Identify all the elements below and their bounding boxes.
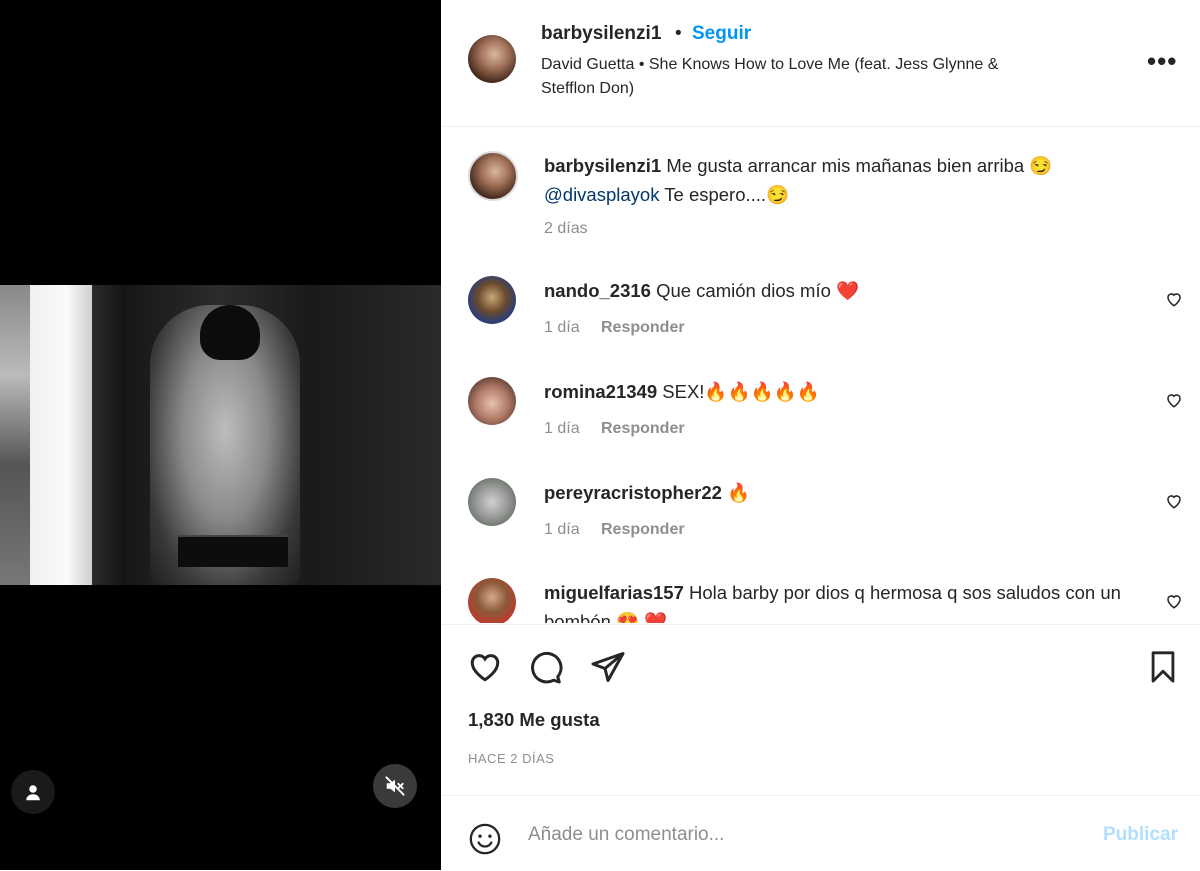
comment-username[interactable]: miguelfarias157 (544, 582, 684, 603)
comment-username[interactable]: romina21349 (544, 381, 657, 402)
comment-body: Que camión dios mío ❤️ (650, 280, 860, 301)
post-header: barbysilenzi1 • Seguir David Guetta • Sh… (441, 0, 1200, 127)
post-date[interactable]: HACE 2 DÍAS (468, 751, 554, 766)
caption-avatar[interactable] (468, 151, 518, 201)
reply-button[interactable]: Responder (601, 521, 685, 539)
comment-username[interactable]: pereyracristopher22 (544, 482, 722, 503)
more-options-icon[interactable]: ••• (1147, 46, 1177, 77)
post-photo[interactable] (0, 285, 441, 585)
caption-text: barbysilenzi1 Me gusta arrancar mis maña… (544, 151, 1124, 209)
post-media[interactable] (0, 0, 441, 870)
comment-avatar[interactable] (468, 377, 516, 425)
post-actions: 1,830 Me gusta HACE 2 DÍAS (441, 624, 1200, 795)
photo-mask (200, 305, 260, 360)
comment-time[interactable]: 1 día (544, 521, 580, 539)
comment-like-icon[interactable] (1165, 592, 1183, 610)
muted-speaker-icon (385, 776, 405, 796)
comment-like-icon[interactable] (1165, 391, 1183, 409)
comment-text: miguelfarias157 Hola barby por dios q he… (544, 578, 1124, 623)
header-separator: • (675, 23, 682, 44)
reply-button[interactable]: Responder (601, 319, 685, 337)
caption-username[interactable]: barbysilenzi1 (544, 155, 661, 176)
comment-time[interactable]: 1 día (544, 319, 580, 337)
emoji-icon[interactable] (468, 822, 502, 856)
comment-text: nando_2316 Que camión dios mío ❤️ (544, 276, 1124, 305)
caption-mention[interactable]: @divasplayok (544, 184, 659, 205)
comments-list[interactable]: barbysilenzi1 Me gusta arrancar mis maña… (441, 127, 1200, 623)
avatar[interactable] (468, 35, 516, 83)
share-icon[interactable] (590, 649, 626, 685)
comment-icon[interactable] (527, 649, 563, 685)
photo-window (0, 285, 30, 585)
comment-body: SEX!🔥🔥🔥🔥🔥 (657, 381, 820, 402)
caption-body-2: Te espero....😏 (659, 184, 790, 205)
header-username[interactable]: barbysilenzi1 (541, 23, 661, 45)
comment-time[interactable]: 1 día (544, 420, 580, 438)
comment-input[interactable] (526, 818, 1070, 852)
comment-avatar[interactable] (468, 478, 516, 526)
comment-text: romina21349 SEX!🔥🔥🔥🔥🔥 (544, 377, 1124, 406)
publish-button[interactable]: Publicar (1103, 824, 1178, 846)
caption-body: Me gusta arrancar mis mañanas bien arrib… (661, 155, 1053, 176)
likes-count[interactable]: 1,830 Me gusta (468, 709, 600, 731)
tagged-users-button[interactable] (11, 770, 55, 814)
user-icon (26, 785, 40, 801)
caption-time[interactable]: 2 días (544, 220, 588, 238)
comment-body: 🔥 (721, 482, 751, 503)
add-comment-bar: Publicar (441, 795, 1200, 871)
comment-avatar[interactable] (468, 578, 516, 623)
music-link[interactable]: David Guetta • She Knows How to Love Me … (541, 53, 1041, 101)
comment-like-icon[interactable] (1165, 290, 1183, 308)
comment-like-icon[interactable] (1165, 492, 1183, 510)
photo-curtain (30, 285, 92, 585)
post-panel: barbysilenzi1 • Seguir David Guetta • Sh… (441, 0, 1200, 870)
reply-button[interactable]: Responder (601, 420, 685, 438)
comment-avatar[interactable] (468, 276, 516, 324)
comment-username[interactable]: nando_2316 (544, 280, 651, 301)
mute-button[interactable] (373, 764, 417, 808)
bookmark-icon[interactable] (1146, 649, 1180, 685)
follow-button[interactable]: Seguir (692, 23, 751, 45)
photo-belt (178, 535, 288, 567)
heart-icon[interactable] (466, 649, 504, 685)
comment-text: pereyracristopher22 🔥 (544, 478, 1124, 507)
